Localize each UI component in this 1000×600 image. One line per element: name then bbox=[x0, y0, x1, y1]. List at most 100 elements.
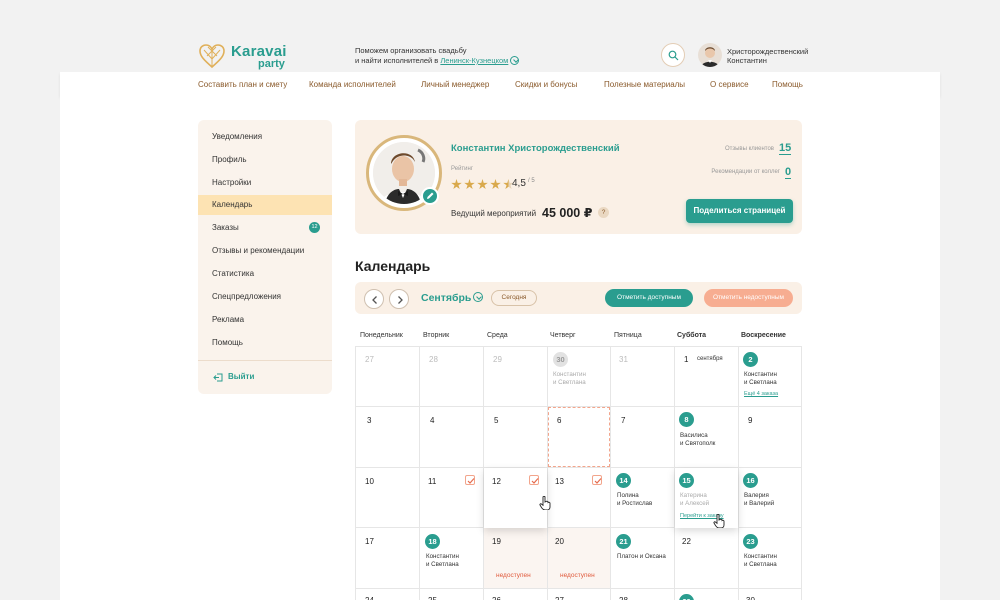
nav-materials[interactable]: Полезные материалы bbox=[604, 80, 685, 89]
checkbox[interactable] bbox=[592, 475, 602, 485]
day-number[interactable]: 22 bbox=[682, 537, 691, 546]
day-number[interactable]: 24 bbox=[365, 596, 374, 600]
stat-reviews-value[interactable]: 15 bbox=[779, 143, 792, 155]
day-number[interactable]: 31 bbox=[619, 355, 628, 364]
sidebar-item-ads[interactable]: Реклама bbox=[198, 310, 332, 330]
day-number[interactable]: 26 bbox=[492, 596, 501, 600]
nav-help[interactable]: Помощь bbox=[772, 80, 803, 89]
next-month-button[interactable] bbox=[389, 289, 409, 309]
profile-name: Константин Христорождественский bbox=[451, 143, 620, 154]
day-number[interactable]: 30 bbox=[746, 596, 755, 600]
calendar-title: Календарь bbox=[355, 258, 431, 274]
sidebar-item-profile[interactable]: Профиль bbox=[198, 150, 332, 170]
day-number[interactable]: 8 bbox=[679, 412, 694, 427]
share-page-button[interactable]: Поделиться страницей bbox=[686, 199, 793, 223]
weekday-header: Понедельник bbox=[360, 332, 403, 339]
event-name-1: Катерина bbox=[680, 492, 707, 499]
day-number[interactable]: 29 bbox=[493, 355, 502, 364]
event-couple[interactable]: Константин и Светлана bbox=[744, 371, 804, 386]
nav-team[interactable]: Команда исполнителей bbox=[309, 80, 396, 89]
day-number[interactable]: 19 bbox=[492, 537, 501, 546]
day-number[interactable]: 27 bbox=[365, 355, 374, 364]
day-number[interactable]: 6 bbox=[557, 416, 561, 425]
day-number[interactable]: 23 bbox=[743, 534, 758, 549]
event-name-1: Константин bbox=[426, 553, 459, 560]
day-number[interactable]: 15 bbox=[679, 473, 694, 488]
price-value: 45 000 ₽ bbox=[542, 206, 593, 220]
sidebar-item-notifications[interactable]: Уведомления bbox=[198, 127, 332, 147]
sidebar-item-help[interactable]: Помощь bbox=[198, 333, 332, 353]
day-number[interactable]: 16 bbox=[743, 473, 758, 488]
day-number[interactable]: 18 bbox=[425, 534, 440, 549]
more-orders-link[interactable]: Ещё 4 заказа bbox=[744, 391, 778, 397]
sidebar-item-reviews[interactable]: Отзывы и рекомендации bbox=[198, 241, 332, 261]
event-couple[interactable]: Василиса и Святополк bbox=[680, 432, 740, 447]
rating-max: / 5 bbox=[528, 178, 535, 184]
sidebar-item-stats[interactable]: Статистика bbox=[198, 264, 332, 284]
price-help-icon[interactable]: ? bbox=[598, 207, 609, 218]
today-button[interactable]: Сегодня bbox=[491, 290, 537, 306]
day-number[interactable]: 20 bbox=[555, 537, 564, 546]
user-avatar[interactable] bbox=[698, 43, 722, 67]
checkbox[interactable] bbox=[465, 475, 475, 485]
chevron-left-icon bbox=[372, 296, 377, 304]
mark-unavailable-button[interactable]: Отметить недоступным bbox=[704, 289, 793, 307]
event-couple[interactable]: Константин и Светлана bbox=[744, 553, 804, 568]
day-number[interactable]: 9 bbox=[748, 416, 752, 425]
city-selector[interactable]: Ленинск-Кузнецком bbox=[440, 56, 508, 65]
event-couple[interactable]: Валерия и Валерий bbox=[744, 492, 804, 507]
event-couple[interactable]: Константин и Светлана bbox=[426, 553, 486, 568]
unavailable-label: недоступен bbox=[496, 572, 531, 579]
sidebar: Уведомления Профиль Настройки Календарь … bbox=[198, 120, 332, 394]
edit-photo-button[interactable] bbox=[421, 187, 439, 205]
day-number[interactable]: 12 bbox=[492, 477, 501, 486]
weekday-header: Пятница bbox=[614, 332, 642, 339]
sidebar-item-orders[interactable]: Заказы 12 bbox=[198, 218, 332, 238]
day-number[interactable]: 5 bbox=[494, 416, 498, 425]
day-number[interactable]: 13 bbox=[555, 477, 564, 486]
day-number[interactable]: 1 bbox=[684, 355, 688, 364]
day-number[interactable]: 14 bbox=[616, 473, 631, 488]
day-number[interactable]: 28 bbox=[619, 596, 628, 600]
chevron-down-icon[interactable] bbox=[510, 55, 520, 65]
checkbox[interactable] bbox=[529, 475, 539, 485]
event-couple[interactable]: Полина и Ростислав bbox=[617, 492, 677, 507]
user-name[interactable]: Христорождественский Константин bbox=[727, 47, 827, 65]
day-number[interactable]: 2 bbox=[743, 352, 758, 367]
month-selector[interactable]: Сентябрь bbox=[421, 292, 484, 304]
nav-manager[interactable]: Личный менеджер bbox=[421, 80, 489, 89]
sidebar-item-label: Профиль bbox=[212, 155, 247, 164]
day-number[interactable]: 21 bbox=[616, 534, 631, 549]
day-number[interactable]: 11 bbox=[428, 477, 436, 486]
day-number[interactable]: 17 bbox=[365, 537, 374, 546]
mark-available-button[interactable]: Отметить доступным bbox=[605, 289, 693, 307]
stat-recommendations-value[interactable]: 0 bbox=[785, 167, 792, 179]
event-couple[interactable]: Катерина и Алексей bbox=[680, 492, 740, 507]
search-button[interactable] bbox=[661, 43, 685, 67]
prev-month-button[interactable] bbox=[364, 289, 384, 309]
day-number[interactable]: 28 bbox=[429, 355, 438, 364]
day-number[interactable]: 4 bbox=[430, 416, 434, 425]
nav-discounts[interactable]: Скидки и бонусы bbox=[515, 80, 577, 89]
day-number[interactable]: 10 bbox=[365, 477, 374, 486]
sidebar-item-label: Помощь bbox=[212, 338, 243, 347]
rating-label: Рейтинг bbox=[451, 166, 474, 172]
logout-label: Выйти bbox=[228, 372, 255, 381]
day-number[interactable]: 30 bbox=[553, 352, 568, 367]
event-couple[interactable]: Константин и Светлана bbox=[553, 371, 613, 386]
sidebar-item-calendar[interactable]: Календарь bbox=[198, 195, 332, 215]
sidebar-item-offers[interactable]: Спецпредложения bbox=[198, 287, 332, 307]
day-number[interactable]: 7 bbox=[621, 416, 625, 425]
nav-about[interactable]: О сервисе bbox=[710, 80, 749, 89]
rating-stars bbox=[451, 177, 516, 190]
grid-line bbox=[419, 346, 420, 600]
logo-heart-icon bbox=[199, 44, 225, 69]
event-name-1: Константин bbox=[744, 553, 777, 560]
day-number[interactable]: 27 bbox=[555, 596, 564, 600]
sidebar-item-settings[interactable]: Настройки bbox=[198, 173, 332, 193]
event-couple[interactable]: Платон и Оксана bbox=[617, 553, 679, 561]
nav-plan[interactable]: Составить план и смету bbox=[198, 80, 287, 89]
day-number[interactable]: 25 bbox=[428, 596, 437, 600]
event-name-2: и Алексей bbox=[680, 499, 710, 507]
day-number[interactable]: 3 bbox=[367, 416, 371, 425]
